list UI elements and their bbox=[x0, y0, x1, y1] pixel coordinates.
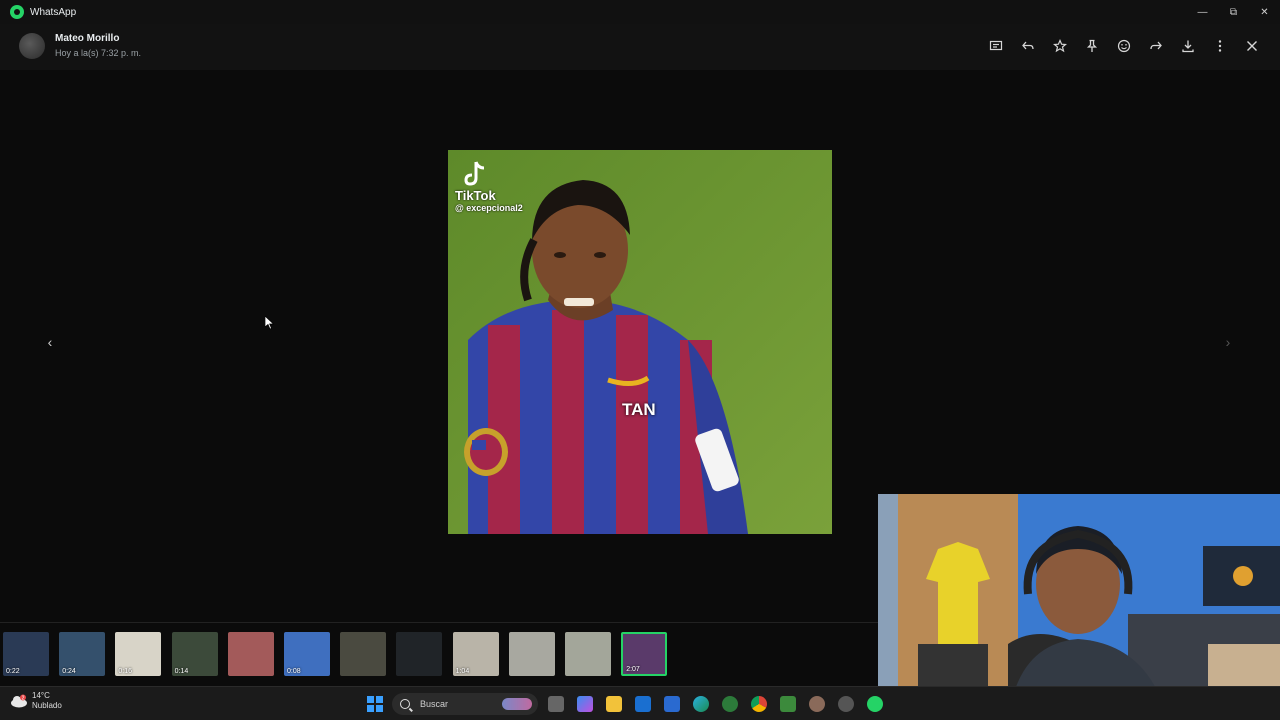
media-thumbnail[interactable]: 0:16 bbox=[115, 632, 162, 676]
taskbar-search[interactable]: Buscar bbox=[392, 693, 538, 715]
thumbnail-duration: 0:14 bbox=[174, 668, 189, 675]
video-caption: TAN bbox=[622, 400, 656, 419]
tiktok-watermark: TikTok @ excepcional2 bbox=[455, 188, 523, 213]
settings-app-icon[interactable] bbox=[838, 696, 854, 712]
copilot-icon[interactable] bbox=[577, 696, 593, 712]
caption-button[interactable] bbox=[980, 36, 1012, 56]
chevron-left-icon: ‹ bbox=[47, 334, 53, 350]
media-thumbnail[interactable]: 1:04 bbox=[452, 632, 499, 676]
next-media-button[interactable]: › bbox=[1218, 332, 1238, 352]
close-window-button[interactable]: ✕ bbox=[1249, 0, 1280, 24]
media-thumbnail[interactable] bbox=[508, 632, 555, 676]
react-button[interactable] bbox=[1108, 36, 1140, 56]
weather-description: Nublado bbox=[32, 701, 62, 710]
profile-app-icon[interactable] bbox=[809, 696, 825, 712]
search-highlight-icon bbox=[502, 698, 532, 710]
media-thumbnail[interactable]: 0:22 bbox=[3, 632, 49, 676]
whatsapp-taskbar-icon[interactable] bbox=[867, 696, 883, 712]
media-thumbnail[interactable] bbox=[340, 632, 387, 676]
window-controls: — ⧉ ✕ bbox=[1187, 0, 1280, 24]
emoji-icon bbox=[1117, 39, 1131, 53]
thumbnail-duration: 2:07 bbox=[626, 666, 640, 673]
media-thumbnail-selected[interactable]: 2:07 bbox=[621, 632, 668, 676]
caption-icon bbox=[989, 40, 1003, 51]
previous-media-button[interactable]: ‹ bbox=[40, 332, 60, 352]
windows-logo-icon bbox=[367, 696, 374, 703]
media-thumbnail[interactable] bbox=[396, 632, 443, 676]
more-options-button[interactable] bbox=[1204, 36, 1236, 56]
forward-icon bbox=[1150, 41, 1162, 50]
media-thumbnail[interactable] bbox=[565, 632, 611, 676]
whatsapp-logo-icon bbox=[10, 5, 24, 19]
media-thumbnail-strip: 0:22 0:24 0:16 0:14 0:08 1:04 2:07 bbox=[0, 622, 880, 684]
weather-text: 14°C Nublado bbox=[32, 691, 62, 711]
app-u-icon[interactable] bbox=[722, 696, 738, 712]
tiktok-brand: TikTok bbox=[455, 188, 496, 203]
taskbar-search-placeholder: Buscar bbox=[420, 699, 449, 709]
thumbnail-duration: 0:22 bbox=[6, 668, 20, 675]
thumbnail-duration: 0:08 bbox=[287, 668, 301, 675]
star-icon bbox=[1053, 39, 1067, 53]
minecraft-icon[interactable] bbox=[780, 696, 796, 712]
download-button[interactable] bbox=[1172, 36, 1204, 56]
minimize-button[interactable]: — bbox=[1187, 0, 1218, 24]
media-thumbnail[interactable]: 0:14 bbox=[171, 632, 218, 676]
weather-widget[interactable]: 2 14°C Nublado bbox=[10, 691, 62, 711]
reply-button[interactable] bbox=[1012, 36, 1044, 56]
close-viewer-button[interactable] bbox=[1236, 36, 1268, 56]
media-thumbnail[interactable]: 0:08 bbox=[284, 632, 330, 676]
avatar[interactable] bbox=[19, 33, 45, 59]
store-icon[interactable] bbox=[664, 696, 680, 712]
cloud-icon: 2 bbox=[11, 694, 27, 708]
forward-button[interactable] bbox=[1140, 36, 1172, 56]
chevron-right-icon: › bbox=[1225, 334, 1231, 350]
title-bar: WhatsApp — ⧉ ✕ bbox=[0, 0, 1280, 24]
download-icon bbox=[1182, 40, 1194, 53]
tiktok-username: @ excepcional2 bbox=[455, 203, 523, 213]
close-icon bbox=[1247, 41, 1257, 51]
pin-icon bbox=[1086, 39, 1098, 52]
media-thumbnail[interactable]: 0:24 bbox=[59, 632, 106, 676]
weather-temperature: 14°C bbox=[32, 691, 50, 700]
mouse-cursor-icon bbox=[265, 316, 275, 330]
reply-icon bbox=[1022, 41, 1034, 50]
media-thumbnail[interactable] bbox=[227, 632, 274, 676]
restore-button[interactable]: ⧉ bbox=[1218, 0, 1249, 24]
sender-name: Mateo Morillo bbox=[55, 33, 120, 44]
pin-button[interactable] bbox=[1076, 36, 1108, 56]
task-view-icon[interactable] bbox=[548, 696, 564, 712]
media-viewer-header: Mateo Morillo Hoy a la(s) 7:32 p. m. bbox=[0, 24, 1280, 70]
thumbnail-duration: 1:04 bbox=[455, 668, 470, 675]
edge-icon[interactable] bbox=[693, 696, 709, 712]
start-button[interactable] bbox=[367, 696, 383, 712]
viewer-actions bbox=[980, 36, 1268, 56]
message-timestamp: Hoy a la(s) 7:32 p. m. bbox=[55, 48, 142, 58]
file-explorer-icon[interactable] bbox=[606, 696, 622, 712]
search-icon bbox=[400, 699, 410, 709]
thumbnail-duration: 0:24 bbox=[62, 668, 76, 675]
chrome-icon[interactable] bbox=[751, 696, 767, 712]
outlook-icon[interactable] bbox=[635, 696, 651, 712]
app-title: WhatsApp bbox=[30, 6, 77, 18]
weather-badge: 2 bbox=[22, 696, 25, 702]
thumbnail-duration: 0:16 bbox=[118, 668, 133, 675]
star-button[interactable] bbox=[1044, 36, 1076, 56]
more-icon bbox=[1218, 40, 1222, 52]
media-video[interactable]: TikTok @ excepcional2 TAN bbox=[448, 150, 832, 534]
taskbar: 2 14°C Nublado Buscar bbox=[0, 686, 1280, 720]
